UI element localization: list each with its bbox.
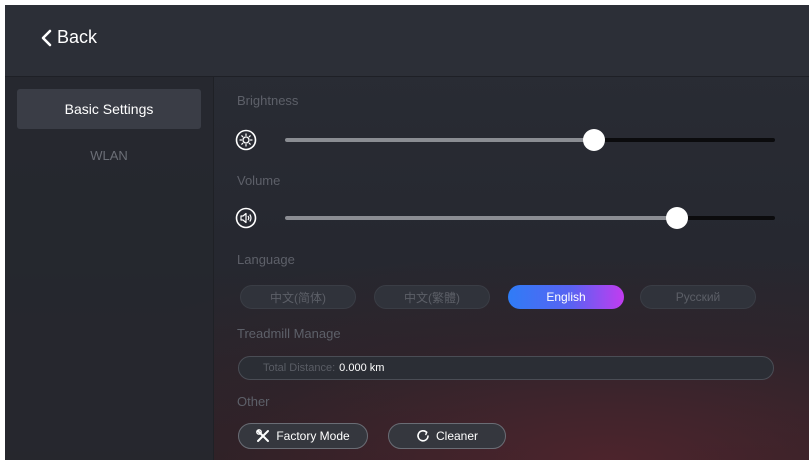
volume-icon (235, 207, 257, 229)
total-distance-value: 0.000 km (339, 362, 385, 374)
volume-slider-thumb[interactable] (666, 207, 688, 229)
chevron-left-icon (41, 29, 52, 46)
language-label: Language (237, 252, 295, 267)
brightness-slider[interactable] (285, 129, 775, 151)
cleaner-button[interactable]: Cleaner (388, 423, 506, 449)
sidebar-item-basic-settings[interactable]: Basic Settings (17, 89, 201, 129)
brightness-label: Brightness (237, 93, 299, 108)
other-label: Other (237, 394, 270, 409)
language-option-zh-hans[interactable]: 中文(简体) (240, 285, 356, 309)
language-option-zh-hant[interactable]: 中文(繁體) (374, 285, 490, 309)
language-option-label: 中文(繁體) (404, 290, 460, 305)
factory-mode-button[interactable]: Factory Mode (238, 423, 368, 449)
sidebar: Basic Settings WLAN (5, 77, 214, 460)
language-option-english[interactable]: English (508, 285, 624, 309)
language-option-label: Русский (675, 290, 721, 304)
volume-slider-fill (285, 216, 677, 220)
sidebar-item-label: Basic Settings (64, 101, 154, 117)
language-option-russian[interactable]: Русский (640, 285, 756, 309)
volume-label: Volume (237, 173, 281, 188)
brightness-slider-thumb[interactable] (582, 129, 605, 151)
treadmill-manage-label: Treadmill Manage (237, 326, 341, 341)
brightness-slider-row (235, 125, 775, 155)
cleaner-label: Cleaner (435, 429, 479, 443)
volume-slider[interactable] (285, 207, 775, 229)
volume-slider-row (235, 203, 775, 233)
tools-icon (256, 429, 270, 442)
total-distance-field: Total Distance: 0.000 km (238, 356, 774, 380)
brightness-icon (235, 129, 257, 151)
back-label: Back (57, 27, 98, 47)
refresh-icon (417, 429, 429, 442)
language-option-label: 中文(简体) (270, 290, 326, 305)
brightness-slider-fill (285, 138, 594, 142)
back-button[interactable]: Back (39, 27, 97, 48)
factory-mode-label: Factory Mode (276, 429, 350, 443)
sidebar-item-wlan[interactable]: WLAN (17, 135, 201, 175)
sidebar-item-label: WLAN (90, 147, 128, 163)
top-bar: Back (5, 5, 809, 77)
settings-screen: Back Basic Settings WLAN Brightness Volu… (5, 5, 809, 460)
total-distance-key: Total Distance: (263, 362, 336, 374)
language-option-label: English (546, 290, 586, 304)
